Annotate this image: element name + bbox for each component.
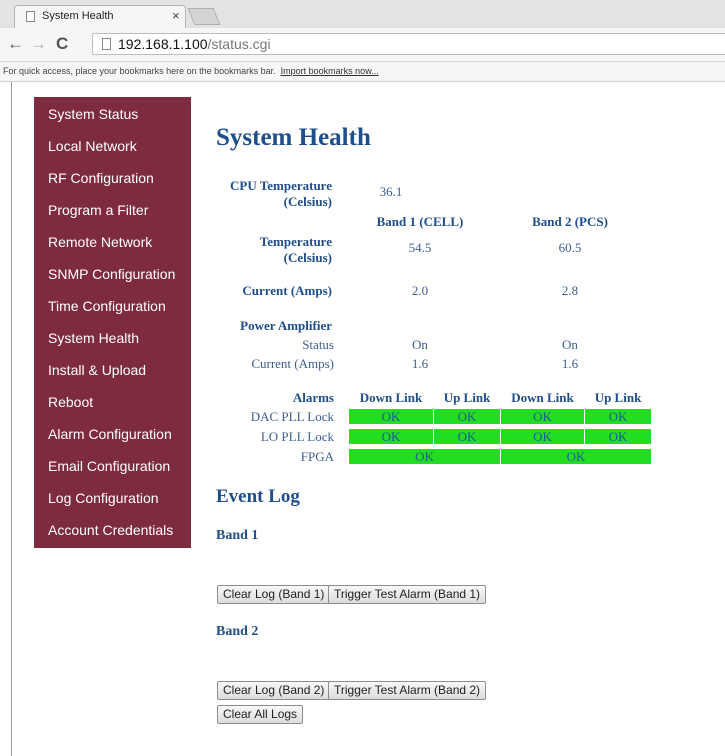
current-band1: 2.0 [411,283,429,298]
new-tab-button[interactable] [187,8,221,25]
temperature-band2: 60.5 [558,240,582,255]
bookmarks-bar: For quick access, place your bookmarks h… [0,62,725,82]
close-icon[interactable]: × [172,8,180,23]
current-label: Current (Amps) [242,283,332,298]
alarm-status-ok: OK [585,409,651,424]
alarm-status-ok: OK [349,409,433,424]
page-title: System Health [216,124,371,151]
current-band2: 2.8 [561,283,579,298]
browser-tab[interactable]: System Health × [14,5,186,28]
sidebar-item-system-status[interactable]: System Status [48,106,138,122]
alarm-status-ok: OK [585,429,651,444]
alarm-row-label-fpga: FPGA [300,449,334,464]
trigger-test-alarm-band1-button[interactable]: Trigger Test Alarm (Band 1) [328,585,487,604]
band2-header: Band 2 (PCS) [532,214,608,229]
band1-log-title: Band 1 [216,528,259,543]
cpu-temperature-value: 36.1 [379,184,403,199]
alarm-status-ok: OK [349,429,433,444]
alarm-col-up-link-band1: Up Link [443,390,491,405]
clear-log-band2-button[interactable]: Clear Log (Band 2) [217,681,331,700]
sidebar-item-local-network[interactable]: Local Network [48,138,137,154]
import-bookmarks-link[interactable]: Import bookmarks now... [281,66,379,76]
alarm-col-up-link-band2: Up Link [594,390,642,405]
tab-title: System Health [42,10,114,22]
sidebar-item-remote-network[interactable]: Remote Network [48,234,152,250]
page-icon [26,11,35,22]
trigger-test-alarm-band2-button[interactable]: Trigger Test Alarm (Band 2) [328,681,487,700]
browser-toolbar: ← → C 192.168.1.100/status.cgi [0,28,725,62]
clear-all-logs-button[interactable]: Clear All Logs [217,705,304,724]
pa-status-band2: On [562,337,578,352]
url-text: 192.168.1.100/status.cgi [118,36,271,52]
sidebar-item-account-credentials[interactable]: Account Credentials [48,522,173,538]
page-icon [102,38,111,50]
sidebar-item-system-health[interactable]: System Health [48,330,139,346]
band1-header: Band 1 (CELL) [376,214,464,229]
alarm-status-ok: OK [501,409,584,424]
sidebar-item-alarm-configuration[interactable]: Alarm Configuration [48,426,172,442]
sidebar-menu: System Status Local Network RF Configura… [34,97,191,548]
back-arrow-icon[interactable]: ← [7,34,24,54]
band2-log-title: Band 2 [216,624,259,639]
clear-log-band1-button[interactable]: Clear Log (Band 1) [217,585,331,604]
sidebar-item-reboot[interactable]: Reboot [48,394,93,410]
cpu-temperature-label-line2: (Celsius) [283,194,332,209]
url-host: 192.168.1.100 [118,36,208,52]
pa-status-label: Status [302,337,334,352]
url-path: /status.cgi [207,36,271,52]
alarm-row-label-dac-pll: DAC PLL Lock [250,409,334,424]
forward-arrow-icon[interactable]: → [30,34,47,54]
viewport-border [0,82,12,756]
cpu-temperature-label-line1: CPU Temperature [230,178,332,193]
pa-current-band2: 1.6 [561,356,579,371]
alarm-status-ok: OK [349,449,500,464]
alarm-status-ok: OK [501,429,584,444]
alarm-status-ok: OK [434,409,500,424]
alarm-col-down-link-band1: Down Link [359,390,423,405]
pa-current-band1: 1.6 [411,356,429,371]
sidebar-item-install-upload[interactable]: Install & Upload [48,362,146,378]
temperature-label: Temperature (Celsius) [212,234,332,266]
sidebar-item-snmp-configuration[interactable]: SNMP Configuration [48,266,175,282]
alarms-header: Alarms [292,390,334,405]
alarm-status-ok: OK [434,429,500,444]
cpu-temperature-label: CPU Temperature (Celsius) [212,178,332,210]
browser-tab-strip: System Health × [0,0,725,28]
power-amplifier-label: Power Amplifier [240,318,332,333]
temperature-band1: 54.5 [408,240,432,255]
sidebar-item-program-a-filter[interactable]: Program a Filter [48,202,148,218]
alarm-col-down-link-band2: Down Link [511,390,574,405]
alarm-row-label-lo-pll: LO PLL Lock [260,429,334,444]
reload-icon[interactable]: C [56,34,68,54]
sidebar-item-time-configuration[interactable]: Time Configuration [48,298,166,314]
temperature-label-line2: (Celsius) [283,250,332,265]
sidebar-item-log-configuration[interactable]: Log Configuration [48,490,159,506]
bookmarks-message: For quick access, place your bookmarks h… [3,66,276,76]
sidebar-item-email-configuration[interactable]: Email Configuration [48,458,170,474]
pa-status-band1: On [412,337,428,352]
address-bar[interactable]: 192.168.1.100/status.cgi [92,33,725,55]
alarm-status-ok: OK [501,449,651,464]
temperature-label-line1: Temperature [259,234,332,249]
pa-current-label: Current (Amps) [251,356,334,371]
event-log-title: Event Log [216,486,300,507]
sidebar-item-rf-configuration[interactable]: RF Configuration [48,170,154,186]
